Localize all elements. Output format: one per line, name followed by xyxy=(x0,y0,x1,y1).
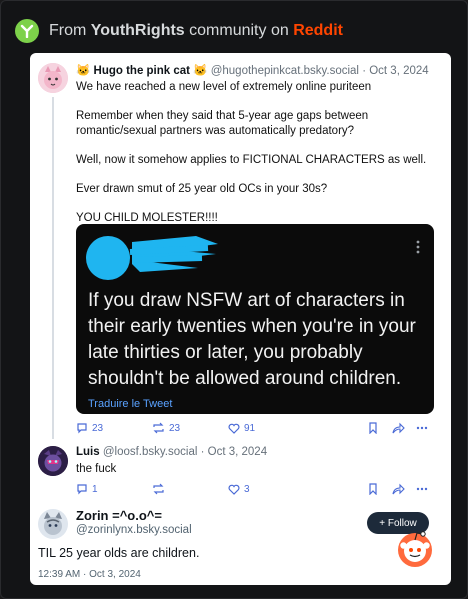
header-middle: community on xyxy=(189,22,289,39)
more-horizontal-icon[interactable] xyxy=(416,487,436,491)
source-line: From YouthRights community on Reddit xyxy=(49,22,343,40)
post-paragraph: Remember when they said that 5-year age … xyxy=(76,110,369,137)
reply-icon xyxy=(77,484,87,495)
share-icon[interactable] xyxy=(392,483,416,495)
share-icon[interactable] xyxy=(392,422,416,434)
like-button[interactable]: 3 xyxy=(228,484,368,495)
translate-link[interactable]: Traduire le Tweet xyxy=(88,398,172,410)
author-name[interactable]: Luis xyxy=(76,446,100,458)
post-body: We have reached a new level of extremely… xyxy=(76,80,436,240)
post-paragraph: Well, now it somehow applies to FICTIONA… xyxy=(76,154,427,166)
community-link[interactable]: YouthRights xyxy=(91,22,185,39)
repost-button[interactable]: 23 xyxy=(152,422,228,434)
reddit-snoo-icon[interactable] xyxy=(393,526,437,570)
reply-count: 1 xyxy=(92,483,98,495)
post-paragraph: We have reached a new level of extremely… xyxy=(76,81,372,93)
reddit-link[interactable]: Reddit xyxy=(293,22,343,39)
repost-button[interactable] xyxy=(152,483,228,495)
embed-frame: From YouthRights community on Reddit � xyxy=(0,0,468,599)
community-logo-icon[interactable] xyxy=(15,19,39,43)
repost-count: 23 xyxy=(169,422,181,434)
header-prefix: From xyxy=(49,22,87,39)
post-paragraph: Ever drawn smut of 25 year old OCs in yo… xyxy=(76,183,328,195)
embed-header: From YouthRights community on Reddit xyxy=(15,17,343,45)
screenshot-card: 🐱 Hugo the pink cat 🐱 @hugothepinkcat.bs… xyxy=(30,53,451,585)
avatar[interactable] xyxy=(38,446,68,476)
embedded-tweet-image[interactable]: If you draw NSFW art of characters in th… xyxy=(76,224,434,414)
more-vertical-icon[interactable] xyxy=(416,240,420,254)
action-bar: 1 3 xyxy=(76,481,436,497)
heart-icon xyxy=(228,423,240,434)
action-bar: 23 23 91 xyxy=(76,420,436,436)
bookmark-icon[interactable] xyxy=(368,483,392,495)
author-name[interactable]: Zorin =^o.o^= xyxy=(76,508,162,523)
like-count: 91 xyxy=(244,422,256,434)
post-body: TIL 25 year olds are children. xyxy=(38,546,200,560)
repost-icon xyxy=(153,422,164,434)
like-button[interactable]: 91 xyxy=(228,423,368,434)
reply-button[interactable]: 1 xyxy=(76,483,152,495)
redaction-scribble xyxy=(86,236,218,280)
reply-icon xyxy=(77,423,87,434)
author-name[interactable]: 🐱 Hugo the pink cat 🐱 xyxy=(76,65,208,77)
avatar[interactable] xyxy=(38,509,68,539)
thread-line xyxy=(52,97,54,439)
reply-button[interactable]: 23 xyxy=(76,422,152,434)
bookmark-icon[interactable] xyxy=(368,422,392,434)
author-handle[interactable]: @loosf.bsky.social xyxy=(103,446,198,458)
post-meta: 🐱 Hugo the pink cat 🐱 @hugothepinkcat.bs… xyxy=(76,63,429,77)
embedded-tweet-text: If you draw NSFW art of characters in th… xyxy=(88,290,416,389)
repost-icon xyxy=(153,483,164,495)
author-handle[interactable]: @hugothepinkcat.bsky.social xyxy=(211,65,359,77)
author-handle[interactable]: @zorinlynx.bsky.social xyxy=(76,524,192,536)
post-timestamp: 12:39 AM · Oct 3, 2024 xyxy=(38,569,141,580)
like-count: 3 xyxy=(244,483,250,495)
post-date: · Oct 3, 2024 xyxy=(362,65,429,77)
avatar[interactable] xyxy=(38,63,68,93)
post-meta: Luis @loosf.bsky.social · Oct 3, 2024 xyxy=(76,446,267,458)
heart-icon xyxy=(228,484,240,495)
reply-count: 23 xyxy=(92,422,104,434)
post-body: the fuck xyxy=(76,463,117,475)
post-date: · Oct 3, 2024 xyxy=(200,446,268,458)
more-horizontal-icon[interactable] xyxy=(416,426,436,430)
